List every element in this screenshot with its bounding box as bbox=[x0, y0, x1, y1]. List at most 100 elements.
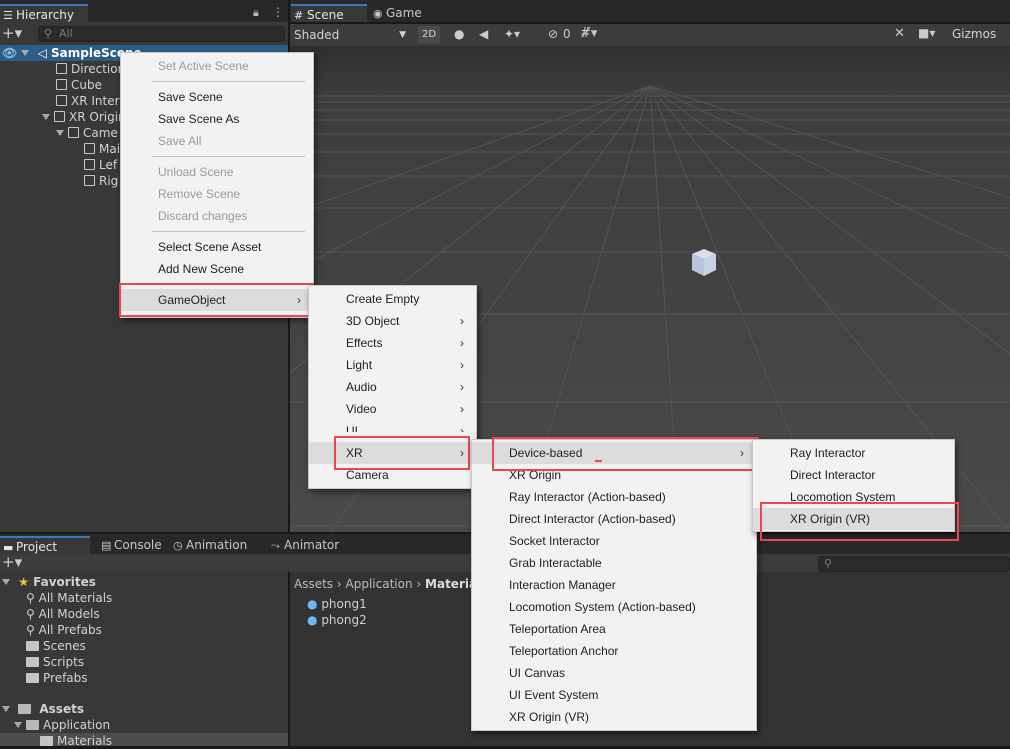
assets-tree-item[interactable]: Application bbox=[14, 717, 110, 733]
menu-item-ray-interactor-action[interactable]: Ray Interactor (Action-based) bbox=[472, 486, 756, 508]
expand-arrow-icon[interactable] bbox=[42, 114, 50, 120]
tab-console[interactable]: ▤ Console bbox=[98, 536, 178, 554]
menu-item-interaction-manager[interactable]: Interaction Manager bbox=[472, 574, 756, 596]
menu-item-device-xr-origin-vr[interactable]: XR Origin (VR) bbox=[753, 508, 954, 530]
favorite-item[interactable]: ⚲ All Models bbox=[26, 606, 100, 622]
favorite-item[interactable]: ⚲ All Prefabs bbox=[26, 622, 102, 638]
menu-item-video[interactable]: Video › bbox=[309, 398, 476, 420]
menu-item-locomotion-system[interactable]: Locomotion System bbox=[753, 486, 954, 508]
gamepad-icon: ◉ bbox=[373, 7, 383, 20]
expand-arrow-icon[interactable] bbox=[14, 722, 22, 728]
menu-item-effects[interactable]: Effects › bbox=[309, 332, 476, 354]
menu-item-socket-interactor[interactable]: Socket Interactor bbox=[472, 530, 756, 552]
breadcrumb-item[interactable]: Materia bbox=[425, 577, 477, 591]
hierarchy-item-xr-origin[interactable]: XR Origin bbox=[42, 109, 126, 125]
menu-item-light[interactable]: Light › bbox=[309, 354, 476, 376]
lock-icon[interactable]: 🔒︎ bbox=[253, 6, 259, 20]
tab-animator[interactable]: ⤳ Animator bbox=[268, 536, 358, 554]
mode-2d-button[interactable]: 2D bbox=[418, 26, 440, 44]
hierarchy-item-camera-offset[interactable]: Came bbox=[56, 125, 118, 141]
expand-arrow-icon[interactable] bbox=[21, 50, 30, 56]
menu-item-ray-interactor[interactable]: Ray Interactor bbox=[753, 442, 954, 464]
favorite-item[interactable]: Scenes bbox=[26, 638, 86, 654]
menu-item-device-based[interactable]: Device-based › bbox=[472, 442, 756, 464]
menu-item-audio[interactable]: Audio › bbox=[309, 376, 476, 398]
chevron-right-icon: › bbox=[460, 402, 464, 416]
menu-item-ui-canvas[interactable]: UI Canvas bbox=[472, 662, 756, 684]
menu-item-grab-interactable[interactable]: Grab Interactable bbox=[472, 552, 756, 574]
audio-icon[interactable]: ◀︎ bbox=[479, 27, 488, 41]
menu-item-add-new-scene[interactable]: Add New Scene bbox=[121, 258, 313, 280]
visibility-icon[interactable]: 👁︎ bbox=[2, 46, 17, 60]
shading-mode-dropdown[interactable]: Shaded ▼ bbox=[292, 26, 410, 44]
folder-icon bbox=[40, 736, 53, 746]
hierarchy-item-main-camera[interactable]: Mai bbox=[84, 141, 120, 157]
tab-scene[interactable]: # Scene bbox=[291, 4, 367, 22]
menu-item-discard-changes[interactable]: Discard changes bbox=[121, 205, 313, 227]
tab-project[interactable]: ▬ Project bbox=[0, 536, 90, 554]
menu-item-unload-scene[interactable]: Unload Scene bbox=[121, 161, 313, 183]
menu-item-xr-origin-vr[interactable]: XR Origin (VR) bbox=[472, 706, 756, 728]
gameobject-icon bbox=[56, 79, 67, 90]
menu-item-save-scene[interactable]: Save Scene bbox=[121, 86, 313, 108]
tools-icon[interactable]: ✕ bbox=[894, 26, 905, 41]
gameobject-icon bbox=[56, 95, 67, 106]
favorite-item[interactable]: Prefabs bbox=[26, 670, 88, 686]
menu-item-3d-object[interactable]: 3D Object › bbox=[309, 310, 476, 332]
menu-item-xr[interactable]: XR › bbox=[309, 442, 476, 464]
menu-item-locomotion-system-action[interactable]: Locomotion System (Action-based) bbox=[472, 596, 756, 618]
grid-snap-icon[interactable]: #̸▾ bbox=[580, 26, 597, 41]
breadcrumb-item[interactable]: Assets bbox=[294, 577, 333, 591]
hierarchy-item-right-hand[interactable]: Rig bbox=[84, 173, 118, 189]
breadcrumb-item[interactable]: Application bbox=[346, 577, 413, 591]
visibility-hidden-icon[interactable]: ⊘ bbox=[548, 27, 558, 41]
file-item[interactable]: ● phong1 bbox=[307, 596, 367, 612]
tab-hierarchy[interactable]: ☰ Hierarchy bbox=[0, 4, 88, 22]
menu-item-camera[interactable]: Camera bbox=[309, 464, 476, 486]
gizmos-dropdown[interactable]: Gizmos bbox=[952, 27, 996, 41]
menu-separator bbox=[152, 284, 305, 285]
menu-item-gameobject[interactable]: GameObject › bbox=[121, 289, 313, 311]
lighting-icon[interactable]: ● bbox=[454, 27, 464, 41]
menu-item-save-all[interactable]: Save All bbox=[121, 130, 313, 152]
add-button[interactable]: +▾ bbox=[2, 24, 22, 42]
menu-item-save-scene-as[interactable]: Save Scene As bbox=[121, 108, 313, 130]
menu-item-ui[interactable]: UI › bbox=[309, 420, 476, 432]
chevron-right-icon: › bbox=[416, 577, 426, 591]
menu-item-teleportation-anchor[interactable]: Teleportation Anchor bbox=[472, 640, 756, 662]
chevron-right-icon: › bbox=[460, 336, 464, 350]
expand-arrow-icon[interactable] bbox=[2, 706, 10, 712]
favorite-item[interactable]: ⚲ All Materials bbox=[26, 590, 112, 606]
hierarchy-item-xr-interaction[interactable]: XR Intera bbox=[56, 93, 127, 109]
camera-icon[interactable]: ■▾ bbox=[918, 26, 935, 40]
hierarchy-item-direction[interactable]: Direction bbox=[56, 61, 125, 77]
gameobject-icon bbox=[84, 159, 95, 170]
search-icon: ⚲ bbox=[26, 623, 39, 637]
hierarchy-item-cube[interactable]: Cube bbox=[56, 77, 102, 93]
expand-arrow-icon[interactable] bbox=[56, 130, 64, 136]
tab-game[interactable]: ◉ Game bbox=[370, 4, 430, 22]
menu-item-remove-scene[interactable]: Remove Scene bbox=[121, 183, 313, 205]
favorites-header[interactable]: ★ Favorites bbox=[2, 574, 96, 590]
menu-item-direct-interactor-action[interactable]: Direct Interactor (Action-based) bbox=[472, 508, 756, 530]
menu-item-ui-event-system[interactable]: UI Event System bbox=[472, 684, 756, 706]
menu-item-set-active-scene[interactable]: Set Active Scene bbox=[121, 55, 313, 77]
hierarchy-item-left-hand[interactable]: Lef bbox=[84, 157, 117, 173]
effects-icon[interactable]: ✦▾ bbox=[504, 27, 520, 41]
menu-item-direct-interactor[interactable]: Direct Interactor bbox=[753, 464, 954, 486]
favorite-item[interactable]: Scripts bbox=[26, 654, 84, 670]
menu-separator bbox=[152, 81, 305, 82]
menu-item-create-empty[interactable]: Create Empty bbox=[309, 288, 476, 310]
menu-item-xr-origin[interactable]: XR Origin bbox=[472, 464, 756, 486]
hierarchy-search-input[interactable]: ⚲ All bbox=[38, 26, 285, 42]
assets-tree-item[interactable]: Materials bbox=[40, 733, 112, 749]
menu-item-select-scene-asset[interactable]: Select Scene Asset bbox=[121, 236, 313, 258]
project-add-button[interactable]: +▾ bbox=[2, 553, 22, 571]
assets-header[interactable]: Assets bbox=[2, 701, 84, 717]
more-options-icon[interactable]: ⋮ bbox=[272, 5, 284, 19]
project-search-input[interactable]: ⚲ bbox=[818, 556, 1010, 572]
menu-item-teleportation-area[interactable]: Teleportation Area bbox=[472, 618, 756, 640]
tab-animation[interactable]: ◷ Animation bbox=[170, 536, 260, 554]
file-item[interactable]: ● phong2 bbox=[307, 612, 367, 628]
expand-arrow-icon[interactable] bbox=[2, 579, 10, 585]
